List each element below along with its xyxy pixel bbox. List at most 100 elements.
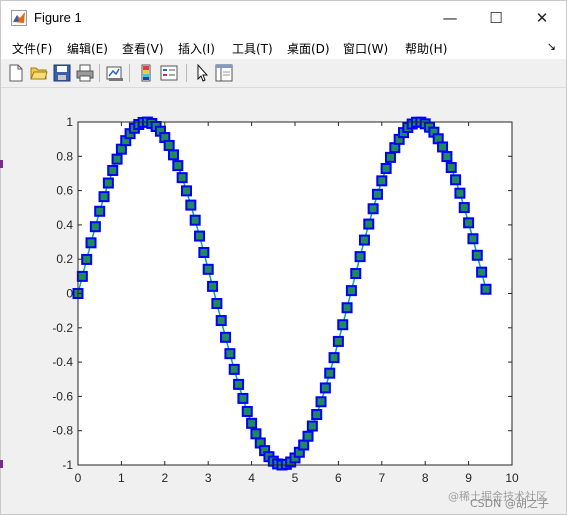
x-tick-label: 9 [465,471,472,485]
data-point [306,420,318,432]
data-point [450,174,462,186]
data-point [176,172,188,184]
save-icon[interactable] [53,64,71,82]
figure-canvas: 0 1 2 3 4 5 6 7 8 9 10 -1 -0.8 -0.6 -0.4 -0.2 0 0.2 0.4 0.6… [4,88,563,512]
data-point [467,233,479,245]
data-point [328,352,340,364]
y-tick-label: -0.2 [52,321,73,335]
link-plot-icon[interactable] [106,64,124,82]
data-point [185,199,197,211]
data-point [441,151,453,163]
data-point [384,151,396,163]
y-tick-label: -0.4 [52,355,73,369]
data-point [315,396,327,408]
window-title: Figure 1 [34,10,82,25]
x-tick-label: 0 [75,471,82,485]
data-point [437,141,449,153]
y-tick-label: -0.6 [52,389,73,403]
data-point [371,188,383,200]
y-tick-label: 0.6 [56,184,73,198]
y-tick-label: 0.2 [56,252,73,266]
show-plot-tools-icon[interactable] [215,64,233,82]
close-button[interactable]: ✕ [519,1,565,35]
open-file-icon[interactable] [30,64,48,82]
y-tick-label: -0.8 [52,424,73,438]
data-point [194,230,206,242]
minimize-icon: — [442,9,458,27]
data-point [237,392,249,404]
data-point [380,162,392,174]
data-point [94,205,106,217]
data-point [250,428,262,440]
y-tick-label: 1 [66,115,73,129]
menu-desktop[interactable]: 桌面(D) [287,40,330,57]
x-tick-label: 4 [248,471,255,485]
x-tick-label: 10 [505,471,519,485]
data-point [445,162,457,174]
watermark-overlay: CSDN @胡之子 [470,497,549,510]
data-point [211,298,223,310]
data-point [358,234,370,246]
x-tick-label: 3 [205,471,212,485]
data-point [233,378,245,390]
maximize-button[interactable]: ☐ [473,1,519,35]
data-point [202,263,214,275]
insert-colorbar-icon[interactable] [137,64,155,82]
menu-insert[interactable]: 插入(I) [178,40,215,57]
data-point [298,439,310,451]
toolbar-separator [99,64,100,82]
data-point [311,409,323,420]
data-point [89,221,101,233]
data-point [476,266,488,278]
figure-toolbar [1,59,566,88]
data-point [480,283,492,295]
x-tick-label: 2 [161,471,168,485]
data-point [241,405,253,417]
data-point [332,335,344,347]
data-point [76,270,88,282]
x-tick-label: 8 [422,471,429,485]
data-point [345,285,357,297]
data-point [220,331,232,343]
data-point [81,253,93,265]
menu-window[interactable]: 窗口(W) [343,40,388,57]
data-point [319,382,331,394]
data-point [302,430,314,442]
data-point [337,319,349,331]
y-tick-label: 0 [66,287,73,301]
data-point [181,185,192,197]
matlab-icon [11,10,27,26]
x-tick-label: 5 [292,471,299,485]
edit-plot-pointer-icon[interactable] [193,64,211,82]
data-point [163,139,175,151]
close-icon: ✕ [535,9,549,27]
data-point [172,160,184,172]
new-figure-icon[interactable] [7,64,25,82]
x-tick-label: 1 [118,471,125,485]
data-point [107,164,119,176]
menu-edit[interactable]: 编辑(E) [67,40,108,57]
data-point [98,191,110,203]
data-point [367,203,379,215]
data-point [215,315,227,327]
data-point [350,268,362,280]
y-tick-label: 0.4 [56,218,73,232]
data-point [198,246,210,258]
data-point [354,251,366,263]
menu-tools[interactable]: 工具(T) [232,40,273,57]
maximize-icon: ☐ [489,9,503,27]
menu-view[interactable]: 查看(V) [122,40,164,57]
menu-help[interactable]: 帮助(H) [405,40,447,57]
plot-area [78,122,512,465]
data-point [189,214,201,226]
x-tick-label: 6 [335,471,342,485]
menu-file[interactable]: 文件(F) [12,40,52,57]
sine-plot: 0 1 2 3 4 5 6 7 8 9 10 -1 -0.8 -0.6 -0.4 -0.2 0 0.2 0.4 0.6… [52,115,519,485]
figure-window: Figure 1 — ☐ ✕ 文件(F) 编辑(E) 查看(V) 插入(I) 工… [0,0,567,515]
data-point [471,249,483,261]
y-tick-label: 0.8 [56,149,73,163]
minimize-button[interactable]: — [427,1,473,35]
menu-overflow-icon[interactable]: ↘ [547,40,556,53]
print-icon[interactable] [76,64,94,82]
insert-legend-icon[interactable] [160,64,178,82]
